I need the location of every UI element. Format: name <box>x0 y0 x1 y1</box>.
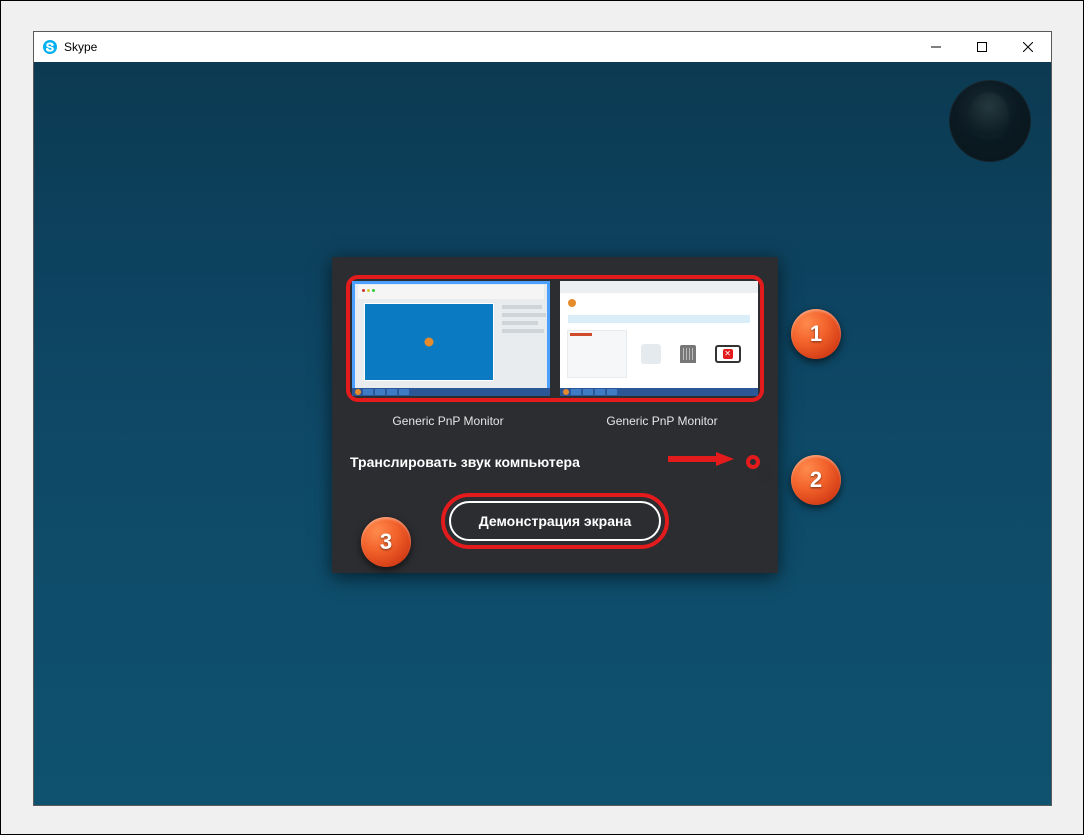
arrow-right-icon <box>666 450 736 473</box>
start-sharing-button[interactable]: Демонстрация экрана <box>449 501 662 541</box>
monitor-thumbnail: ✕ <box>560 281 758 396</box>
monitor-label-1: Generic PnP Monitor <box>346 414 550 428</box>
avatar[interactable] <box>949 80 1031 162</box>
callout-badge-1: 1 <box>791 309 841 359</box>
maximize-button[interactable] <box>959 32 1005 62</box>
share-audio-label: Транслировать звук компьютера <box>350 454 580 470</box>
window-title: Skype <box>64 40 97 54</box>
skype-icon <box>42 39 58 55</box>
callout-badge-3: 3 <box>361 517 411 567</box>
monitors-list: ✕ <box>346 275 764 402</box>
titlebar: Skype <box>34 32 1051 62</box>
window-controls <box>913 32 1051 62</box>
callout-frame-3: Демонстрация экрана <box>441 493 670 549</box>
monitor-option-2[interactable]: ✕ <box>560 281 758 396</box>
call-view: ✕ Generic PnP Monitor Generic PnP Monito… <box>34 62 1051 805</box>
callout-frame-2 <box>746 455 760 469</box>
close-button[interactable] <box>1005 32 1051 62</box>
callout-badge-2: 2 <box>791 455 841 505</box>
monitor-option-1[interactable] <box>352 281 550 396</box>
app-window: Skype <box>33 31 1052 806</box>
monitor-thumbnail <box>352 281 550 396</box>
minimize-button[interactable] <box>913 32 959 62</box>
monitor-label-2: Generic PnP Monitor <box>560 414 764 428</box>
